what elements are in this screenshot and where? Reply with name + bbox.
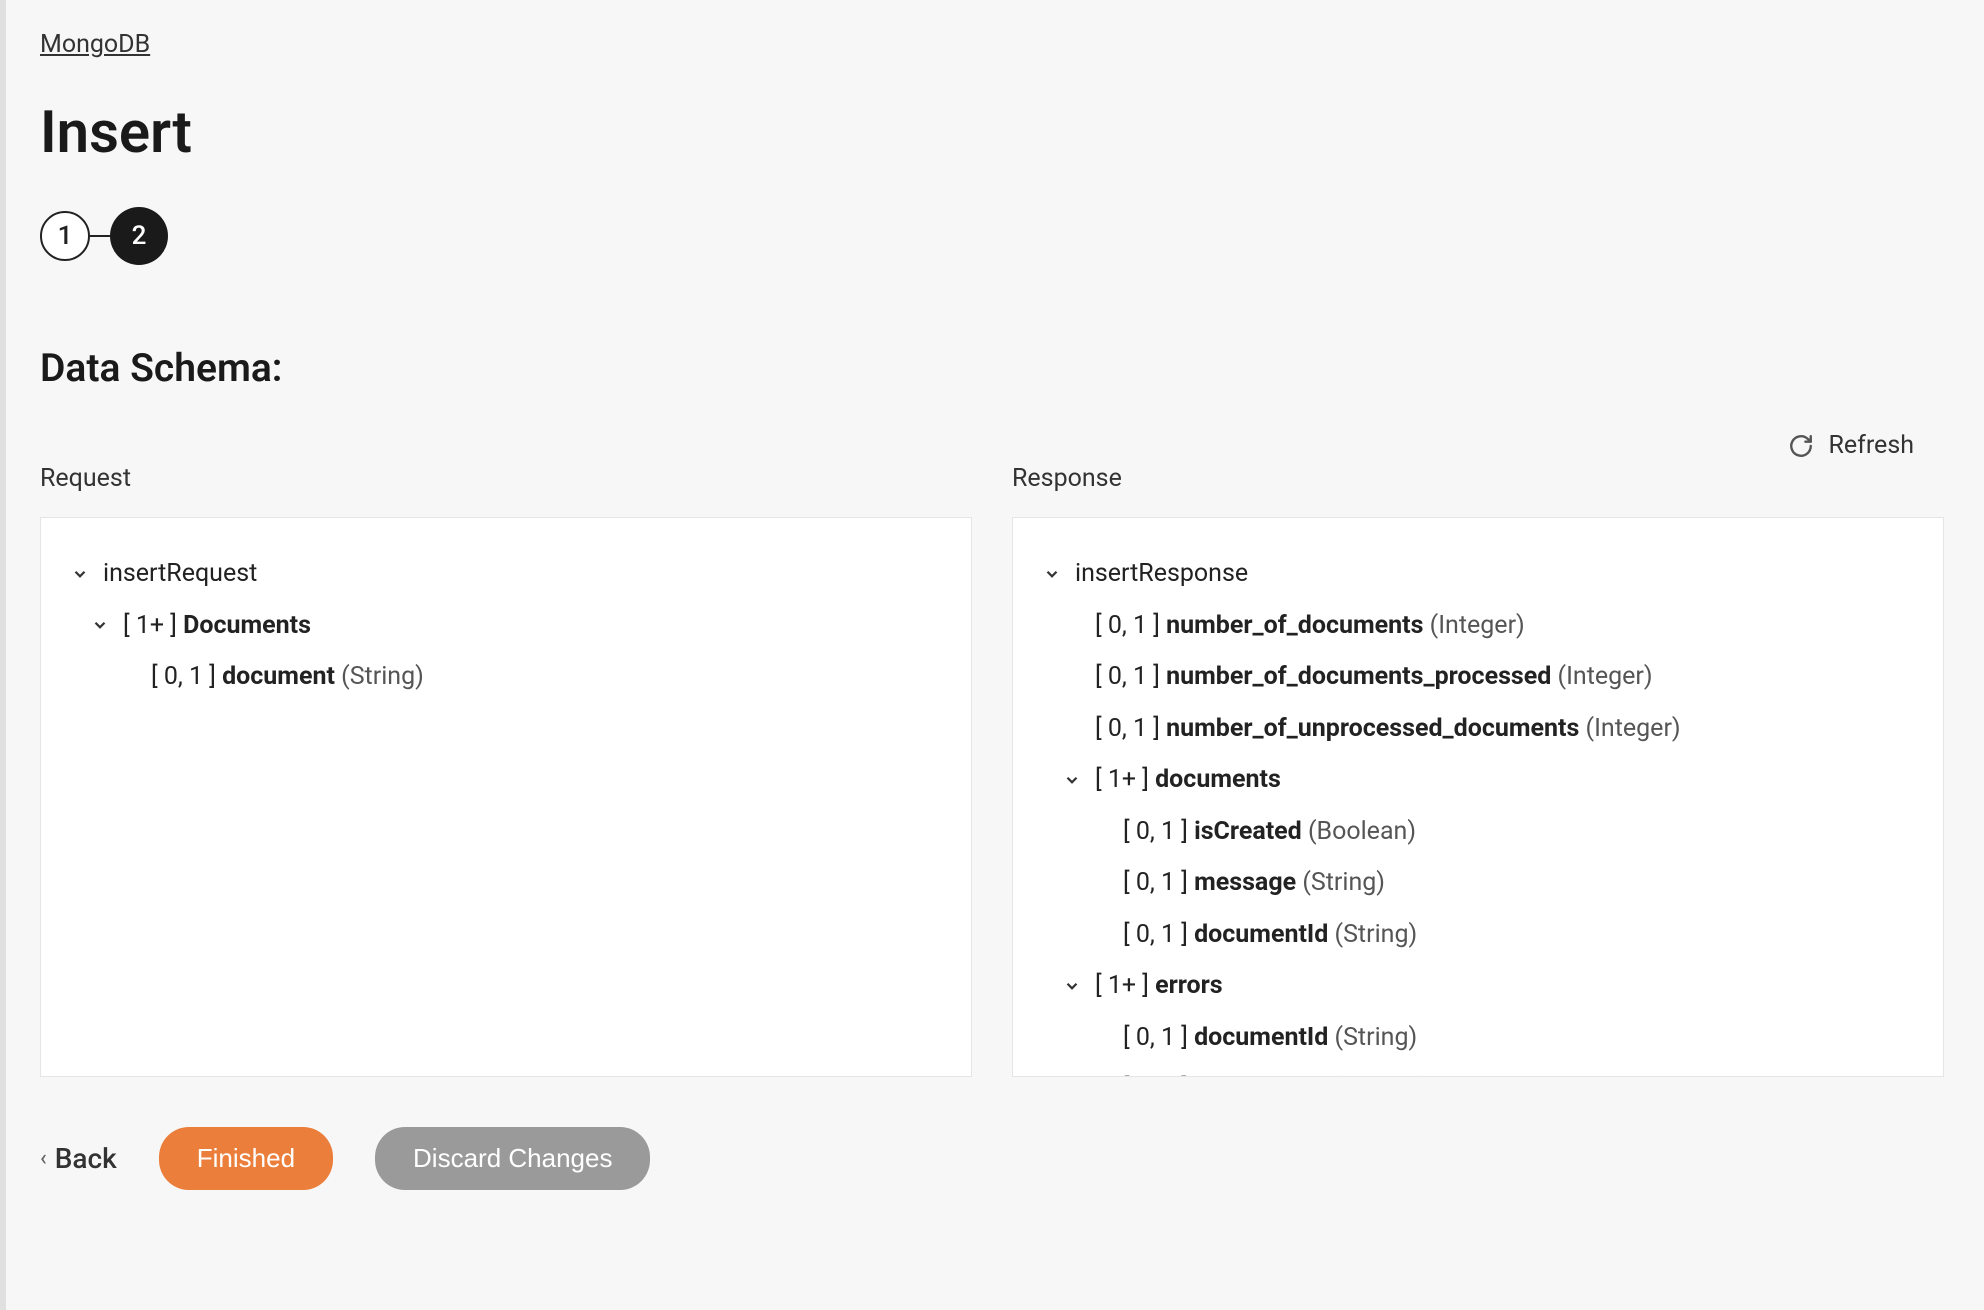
node-label: [ 0, 1 ] recordIndex (Integer): [1123, 1065, 1430, 1077]
tree-node-documents[interactable]: [ 1+ ] documents: [1043, 754, 1913, 806]
chevron-down-icon[interactable]: [1063, 771, 1081, 789]
request-header: Request: [40, 464, 972, 493]
response-panel: insertResponse [ 0, 1 ] number_of_docume…: [1012, 517, 1944, 1077]
node-label: [ 0, 1 ] isCreated (Boolean): [1123, 808, 1416, 856]
tree-node-documents[interactable]: [ 1+ ] Documents: [71, 600, 941, 652]
chevron-down-icon[interactable]: [71, 565, 89, 583]
tree-node[interactable]: [ 0, 1 ] number_of_documents_processed (…: [1043, 651, 1913, 703]
tree-node-errors[interactable]: [ 1+ ] errors: [1043, 960, 1913, 1012]
step-2[interactable]: 2: [110, 207, 168, 265]
node-label: [ 1+ ] documents: [1095, 756, 1281, 804]
request-panel: insertRequest [ 1+ ] Documents [ 0, 1 ] …: [40, 517, 972, 1077]
node-label: [ 0, 1 ] document (String): [151, 653, 424, 701]
refresh-icon[interactable]: [1788, 433, 1814, 459]
node-label: [ 1+ ] errors: [1095, 962, 1223, 1010]
refresh-button[interactable]: Refresh: [1828, 431, 1914, 460]
chevron-down-icon[interactable]: [1043, 565, 1061, 583]
tree-node[interactable]: [ 0, 1 ] recordIndex (Integer): [1043, 1063, 1913, 1077]
page-title: Insert: [40, 99, 1944, 167]
back-label: Back: [55, 1142, 117, 1175]
node-label: [ 0, 1 ] documentId (String): [1123, 1014, 1417, 1062]
tree-node-insertrequest[interactable]: insertRequest: [71, 548, 941, 600]
tree-node-insertresponse[interactable]: insertResponse: [1043, 548, 1913, 600]
footer-actions: ‹ Back Finished Discard Changes: [40, 1127, 1944, 1190]
node-label: [ 0, 1 ] number_of_documents_processed (…: [1095, 653, 1653, 701]
response-column: Response insertResponse [ 0, 1 ] number_…: [1012, 464, 1944, 1077]
finished-button[interactable]: Finished: [159, 1127, 333, 1190]
tree-node[interactable]: [ 0, 1 ] message (String): [1043, 857, 1913, 909]
tree-node-document[interactable]: [ 0, 1 ] document (String): [71, 651, 941, 703]
node-label: [ 0, 1 ] message (String): [1123, 859, 1385, 907]
request-column: Request insertRequest [ 1+ ] Documents: [40, 464, 972, 1077]
response-header: Response: [1012, 464, 1944, 493]
tree-node[interactable]: [ 0, 1 ] number_of_unprocessed_documents…: [1043, 703, 1913, 755]
chevron-down-icon[interactable]: [1063, 977, 1081, 995]
node-label: [ 0, 1 ] number_of_documents (Integer): [1095, 602, 1525, 650]
node-label: [ 1+ ] Documents: [123, 602, 311, 650]
node-label: [ 0, 1 ] documentId (String): [1123, 911, 1417, 959]
tree-node[interactable]: [ 0, 1 ] number_of_documents (Integer): [1043, 600, 1913, 652]
breadcrumb-link[interactable]: MongoDB: [40, 30, 150, 59]
tree-node[interactable]: [ 0, 1 ] isCreated (Boolean): [1043, 806, 1913, 858]
back-button[interactable]: ‹ Back: [40, 1142, 117, 1175]
chevron-down-icon[interactable]: [91, 616, 109, 634]
node-label: [ 0, 1 ] number_of_unprocessed_documents…: [1095, 705, 1681, 753]
node-label: insertResponse: [1075, 550, 1248, 598]
tree-node[interactable]: [ 0, 1 ] documentId (String): [1043, 1012, 1913, 1064]
section-title: Data Schema:: [40, 345, 1944, 391]
step-connector: [90, 235, 110, 237]
chevron-left-icon: ‹: [40, 1146, 47, 1171]
stepper: 1 2: [40, 207, 1944, 265]
node-label: insertRequest: [103, 550, 257, 598]
discard-button[interactable]: Discard Changes: [375, 1127, 650, 1190]
left-scrollbar-track: [0, 0, 6, 1310]
tree-node[interactable]: [ 0, 1 ] documentId (String): [1043, 909, 1913, 961]
step-1[interactable]: 1: [40, 211, 90, 261]
